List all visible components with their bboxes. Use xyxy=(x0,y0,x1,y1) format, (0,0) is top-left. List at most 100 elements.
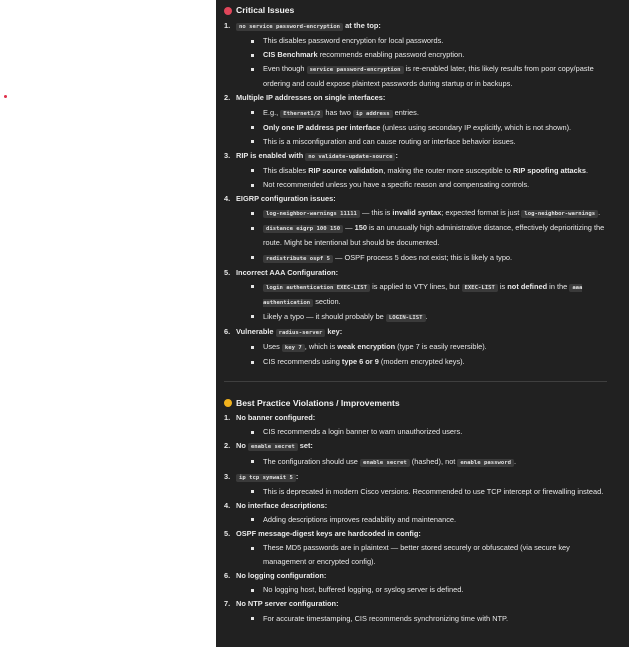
item-heading: Multiple IP addresses on single interfac… xyxy=(236,91,615,105)
bullet-item: For accurate timestamping, CIS recommend… xyxy=(250,612,615,626)
bold-text: : xyxy=(295,471,299,481)
bullet-item: Adding descriptions improves readability… xyxy=(250,513,615,527)
item-number: 5. xyxy=(224,267,231,277)
item-number: 3. xyxy=(224,150,231,160)
inline-code: ip address xyxy=(352,109,393,118)
text: E.g., xyxy=(263,107,281,117)
text: This disables xyxy=(263,165,309,175)
inline-code: Ethernet1/2 xyxy=(280,109,324,118)
item-number: 7. xyxy=(224,599,231,609)
bullet-list: Uses key 7, which is weak encryption (ty… xyxy=(236,340,615,369)
inline-code: enable password xyxy=(457,458,514,467)
bold-text: Multiple IP addresses on single interfac… xyxy=(236,93,386,103)
bold-text: key: xyxy=(325,326,343,336)
numbered-item: 2. Multiple IP addresses on single interf… xyxy=(224,91,615,148)
numbered-item: 1. No banner configured: CIS recommends a … xyxy=(224,411,615,439)
item-heading: Incorrect AAA Configuration: xyxy=(236,266,615,280)
bullet-list: login authentication EXEC-LIST is applie… xyxy=(236,280,615,325)
text: The configuration should use xyxy=(263,456,360,466)
inline-code: EXEC-LIST xyxy=(461,283,498,292)
inline-code: no service password-encryption xyxy=(236,23,344,31)
text: Likely a typo — it should probably be xyxy=(263,311,386,321)
inline-code: service password-encryption xyxy=(306,66,404,75)
item-number: 6. xyxy=(224,326,231,336)
item-heading: No enable secret set: xyxy=(236,439,615,454)
text: is applied to VTY lines, but xyxy=(370,281,462,291)
text: This is a misconfiguration and can cause… xyxy=(263,136,516,146)
yellow-circle-icon xyxy=(224,398,232,407)
item-heading: OSPF message-digest keys are hardcoded i… xyxy=(236,527,615,541)
text: , which is xyxy=(304,342,338,352)
bold-text: OSPF message-digest keys are hardcoded i… xyxy=(236,529,421,538)
text: , making the router more susceptible to xyxy=(383,165,514,175)
inline-code: log-neighbor-warnings xyxy=(521,210,599,219)
bullet-list: This is deprecated in modern Cisco versi… xyxy=(236,485,615,499)
item-heading: No interface descriptions: xyxy=(236,499,615,513)
text: Even though xyxy=(263,64,307,74)
bullet-item: This is deprecated in modern Cisco versi… xyxy=(250,485,615,499)
bullet-item: Only one IP address per interface (unles… xyxy=(250,121,615,135)
numbered-item: 7. No NTP server configuration: For accura… xyxy=(224,597,615,625)
bullet-list: Adding descriptions improves readability… xyxy=(236,513,615,527)
bold-text: type 6 or 9 xyxy=(341,357,379,367)
bullet-list: The configuration should use enable secr… xyxy=(236,455,615,470)
bold-text: RIP spoofing attacks xyxy=(513,165,586,175)
bullet-item: These MD5 passwords are in plaintext — b… xyxy=(250,541,615,569)
text: . xyxy=(425,311,428,321)
text: CIS recommends a login banner to warn un… xyxy=(263,427,463,437)
numbered-item: 5. OSPF message-digest keys are hardcoded… xyxy=(224,527,615,569)
inline-code: login authentication EXEC-LIST xyxy=(263,283,371,292)
bold-text: not defined xyxy=(507,281,548,291)
inline-code: key 7 xyxy=(281,344,305,353)
bullet-item: log-neighbor-warnings 11111 — this is in… xyxy=(250,206,615,221)
text: For accurate timestamping, CIS recommend… xyxy=(263,613,509,623)
bullet-item: CIS recommends using type 6 or 9 (modern… xyxy=(250,355,615,369)
inline-code: enable secret xyxy=(359,458,410,467)
text: has two xyxy=(323,107,353,117)
best-practice-list: 1. No banner configured: CIS recommends a … xyxy=(224,411,615,625)
text: — xyxy=(343,223,355,233)
item-heading: No NTP server configuration: xyxy=(236,597,615,611)
bold-text: No NTP server configuration: xyxy=(236,599,339,609)
bold-text: No banner configured: xyxy=(236,413,316,423)
bold-text: at the top: xyxy=(343,21,381,30)
numbered-item: 5. Incorrect AAA Configuration: login auth… xyxy=(224,266,615,325)
text: (type 7 is easily reversible). xyxy=(395,342,487,352)
bullet-item: login authentication EXEC-LIST is applie… xyxy=(250,280,615,310)
text: in the xyxy=(547,281,570,291)
bold-text: No interface descriptions: xyxy=(236,500,328,510)
inline-code: LOGIN-LIST xyxy=(385,313,426,322)
text: Adding descriptions improves readability… xyxy=(263,514,457,524)
bullet-list: log-neighbor-warnings 11111 — this is in… xyxy=(236,206,615,265)
stray-red-dot xyxy=(4,95,7,98)
item-heading: EIGRP configuration issues: xyxy=(236,192,615,206)
numbered-item: 1. no service password-encryption at the … xyxy=(224,19,615,91)
red-circle-icon xyxy=(224,6,232,15)
item-number: 3. xyxy=(224,471,231,481)
bullet-list: These MD5 passwords are in plaintext — b… xyxy=(236,541,615,569)
item-number: 2. xyxy=(224,441,231,451)
section-best-practice-title: Best Practice Violations / Improvements xyxy=(224,394,615,411)
section-best-practice-title-text: Best Practice Violations / Improvements xyxy=(236,397,400,408)
text: (modern encrypted keys). xyxy=(378,357,465,367)
text: These MD5 passwords are in plaintext — b… xyxy=(263,543,570,567)
bullet-item: This disables RIP source validation, mak… xyxy=(250,164,615,178)
item-heading: No banner configured: xyxy=(236,411,615,425)
text: — OSPF process 5 does not exist; this is… xyxy=(333,252,513,262)
item-number: 1. xyxy=(224,413,231,423)
text: No logging host, buffered logging, or sy… xyxy=(263,585,464,595)
bold-text: : xyxy=(395,150,398,160)
text: CIS recommends using xyxy=(263,357,342,367)
bold-text: EIGRP configuration issues: xyxy=(236,194,336,204)
bold-text: 150 xyxy=(354,223,367,233)
bullet-list: This disables RIP source validation, mak… xyxy=(236,164,615,192)
numbered-item: 3. RIP is enabled with no validate-update… xyxy=(224,149,615,192)
bullet-list: E.g., Ethernet1/2 has two ip address ent… xyxy=(236,106,615,149)
text: . xyxy=(598,208,601,218)
bullet-list: For accurate timestamping, CIS recommend… xyxy=(236,612,615,626)
bullet-item: The configuration should use enable secr… xyxy=(250,455,615,470)
bullet-item: CIS recommends a login banner to warn un… xyxy=(250,425,615,439)
bold-text: RIP source validation xyxy=(308,165,384,175)
numbered-item: 6. Vulnerable radius-server key: Uses key … xyxy=(224,325,615,369)
bullet-item: CIS Benchmark recommends enabling passwo… xyxy=(250,48,615,62)
